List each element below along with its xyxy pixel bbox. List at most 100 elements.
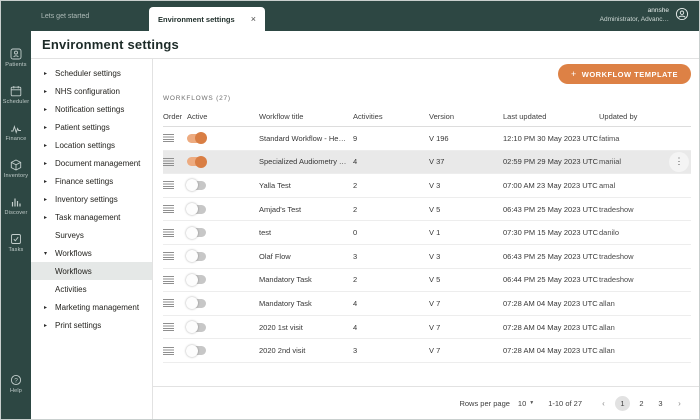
toggle-knob [186, 203, 198, 216]
active-toggle[interactable] [186, 297, 206, 310]
drag-handle-icon[interactable] [163, 157, 174, 166]
table-row[interactable]: Mandatory Task 4 V 7 07:28 AM 04 May 2023 U… [163, 292, 691, 316]
close-icon[interactable]: × [251, 14, 256, 24]
add-workflow-template-button[interactable]: + WORKFLOW TEMPLATE [557, 64, 691, 84]
content-area: Environment settings ▸ Scheduler settings… [31, 31, 699, 419]
sidebar-item-label: Tasks [8, 247, 24, 253]
active-toggle[interactable] [186, 344, 206, 357]
tree-item-label: Task management [55, 212, 121, 222]
last-updated-cell: 07:30 PM 15 May 2023 UTC [503, 228, 599, 238]
tree-item-activities[interactable]: Activities [31, 280, 152, 298]
active-toggle[interactable] [186, 179, 206, 192]
page-button-3[interactable]: 3 [653, 396, 668, 411]
tree-item-document-management[interactable]: ▸ Document management [31, 154, 152, 172]
column-header-updated-by: Updated by [599, 112, 638, 121]
updated-by-cell: fatima [599, 133, 620, 143]
active-toggle[interactable] [186, 226, 206, 239]
sidebar-item-discover[interactable]: Discover [3, 196, 30, 216]
active-toggle[interactable] [187, 155, 207, 168]
table-row[interactable]: Yalla Test 2 V 3 07:00 AM 23 May 2023 UTC am… [163, 174, 691, 198]
chevron-right-icon: ▸ [44, 88, 48, 95]
active-toggle[interactable] [186, 321, 206, 334]
add-workflow-template-label: WORKFLOW TEMPLATE [581, 69, 678, 79]
active-toggle[interactable] [186, 250, 206, 263]
drag-handle-icon[interactable] [163, 252, 174, 261]
table-row[interactable]: Amjad's Test 2 V 5 06:43 PM 25 May 2023 UTC… [163, 198, 691, 222]
table-row[interactable]: test 0 V 1 07:30 PM 15 May 2023 UTC danilo [163, 221, 691, 245]
drag-handle-icon[interactable] [163, 346, 174, 355]
active-cell [186, 179, 259, 192]
tree-item-inventory-settings[interactable]: ▸ Inventory settings [31, 190, 152, 208]
user-name: annshe [647, 7, 669, 15]
activities-cell: 4 [353, 298, 358, 308]
rows-per-page-select[interactable]: 10 ▼ [518, 399, 534, 408]
drag-handle-icon[interactable] [163, 134, 174, 143]
drag-handle-icon[interactable] [163, 181, 174, 190]
next-page-button[interactable]: › [672, 396, 687, 411]
table-row[interactable]: 2020 1st visit 4 V 7 07:28 AM 04 May 2023 U… [163, 316, 691, 340]
sidebar-item-tasks[interactable]: Tasks [3, 233, 30, 253]
tree-item-notification-settings[interactable]: ▸ Notification settings [31, 100, 152, 118]
page-button-2[interactable]: 2 [634, 396, 649, 411]
updated-by-cell: amal [599, 180, 616, 190]
sidebar-item-inventory[interactable]: Inventory [3, 159, 30, 179]
table-header-row: Order Active Workflow title Activities Versi… [163, 107, 691, 127]
tree-item-task-management[interactable]: ▸ Task management [31, 208, 152, 226]
tree-item-nhs-configuration[interactable]: ▸ NHS configuration [31, 82, 152, 100]
tree-item-marketing-management[interactable]: ▸ Marketing management [31, 298, 152, 316]
last-updated-cell: 02:59 PM 29 May 2023 UTC [503, 157, 599, 167]
tree-item-label: Marketing management [55, 302, 140, 312]
tree-item-workflows[interactable]: ▾ Workflows [31, 244, 152, 262]
version-cell: V 7 [429, 322, 441, 332]
workflow-title-cell: Specialized Audiometry Test [259, 157, 353, 167]
active-toggle[interactable] [187, 132, 207, 145]
active-cell [186, 203, 259, 216]
tree-item-workflows[interactable]: Workflows [31, 262, 152, 280]
table-row[interactable]: Mandatory Task 2 V 5 06:44 PM 25 May 2023 U… [163, 269, 691, 293]
topbar-user[interactable]: annshe Administrator, Advanc… [600, 1, 699, 31]
sidebar-item-finance[interactable]: Finance [3, 122, 30, 142]
table-row[interactable]: Standard Workflow - Hearin… 9 V 196 12:10 P… [163, 127, 691, 151]
sidebar-item-scheduler[interactable]: Scheduler [3, 85, 30, 105]
tree-item-scheduler-settings[interactable]: ▸ Scheduler settings [31, 64, 152, 82]
active-toggle[interactable] [186, 273, 206, 286]
tree-item-label: Surveys [55, 230, 84, 240]
tab-environment-settings[interactable]: Environment settings × [149, 7, 265, 31]
drag-handle-icon[interactable] [163, 275, 174, 284]
table-row[interactable]: 2020 2nd visit 3 V 7 07:28 AM 04 May 2023 U… [163, 339, 691, 363]
tree-item-patient-settings[interactable]: ▸ Patient settings [31, 118, 152, 136]
user-info: annshe Administrator, Advanc… [600, 7, 669, 25]
avatar-icon[interactable] [675, 7, 689, 26]
updated-by-cell: tradeshow [599, 275, 634, 285]
toggle-knob [195, 132, 207, 145]
active-cell [186, 321, 259, 334]
row-actions-kebab-icon[interactable]: ⋮ [669, 151, 689, 172]
drag-handle-icon[interactable] [163, 205, 174, 214]
sidebar-item-help[interactable]: ? Help [1, 374, 31, 394]
tree-item-label: Scheduler settings [55, 68, 121, 78]
workflow-title-cell: 2020 2nd visit [259, 346, 306, 356]
drag-handle-icon[interactable] [163, 299, 174, 308]
prev-page-button[interactable]: ‹ [596, 396, 611, 411]
settings-tree: ▸ Scheduler settings ▸ NHS configuration ▸ No… [31, 59, 153, 419]
tree-item-print-settings[interactable]: ▸ Print settings [31, 316, 152, 334]
updated-by-cell: allan [599, 322, 615, 332]
active-toggle[interactable] [186, 203, 206, 216]
drag-handle-icon[interactable] [163, 323, 174, 332]
tree-item-finance-settings[interactable]: ▸ Finance settings [31, 172, 152, 190]
table-row[interactable]: Specialized Audiometry Test 4 V 37 02:59 PM… [163, 150, 691, 175]
order-cell [163, 346, 187, 355]
chevron-right-icon: ▸ [44, 322, 48, 329]
active-cell [187, 132, 259, 145]
drag-handle-icon[interactable] [163, 228, 174, 237]
table-row[interactable]: Olaf Flow 3 V 3 06:43 PM 25 May 2023 UTC tra… [163, 245, 691, 269]
toggle-knob [186, 344, 198, 357]
updated-by-cell: allan [599, 298, 615, 308]
rows-per-page-value: 10 [517, 398, 527, 408]
tree-item-location-settings[interactable]: ▸ Location settings [31, 136, 152, 154]
toggle-knob [186, 273, 198, 286]
tree-item-surveys[interactable]: Surveys [31, 226, 152, 244]
page-button-1[interactable]: 1 [615, 395, 630, 411]
tab-lets-get-started[interactable]: Lets get started [39, 1, 119, 31]
sidebar-item-patients[interactable]: Patients [3, 48, 30, 68]
